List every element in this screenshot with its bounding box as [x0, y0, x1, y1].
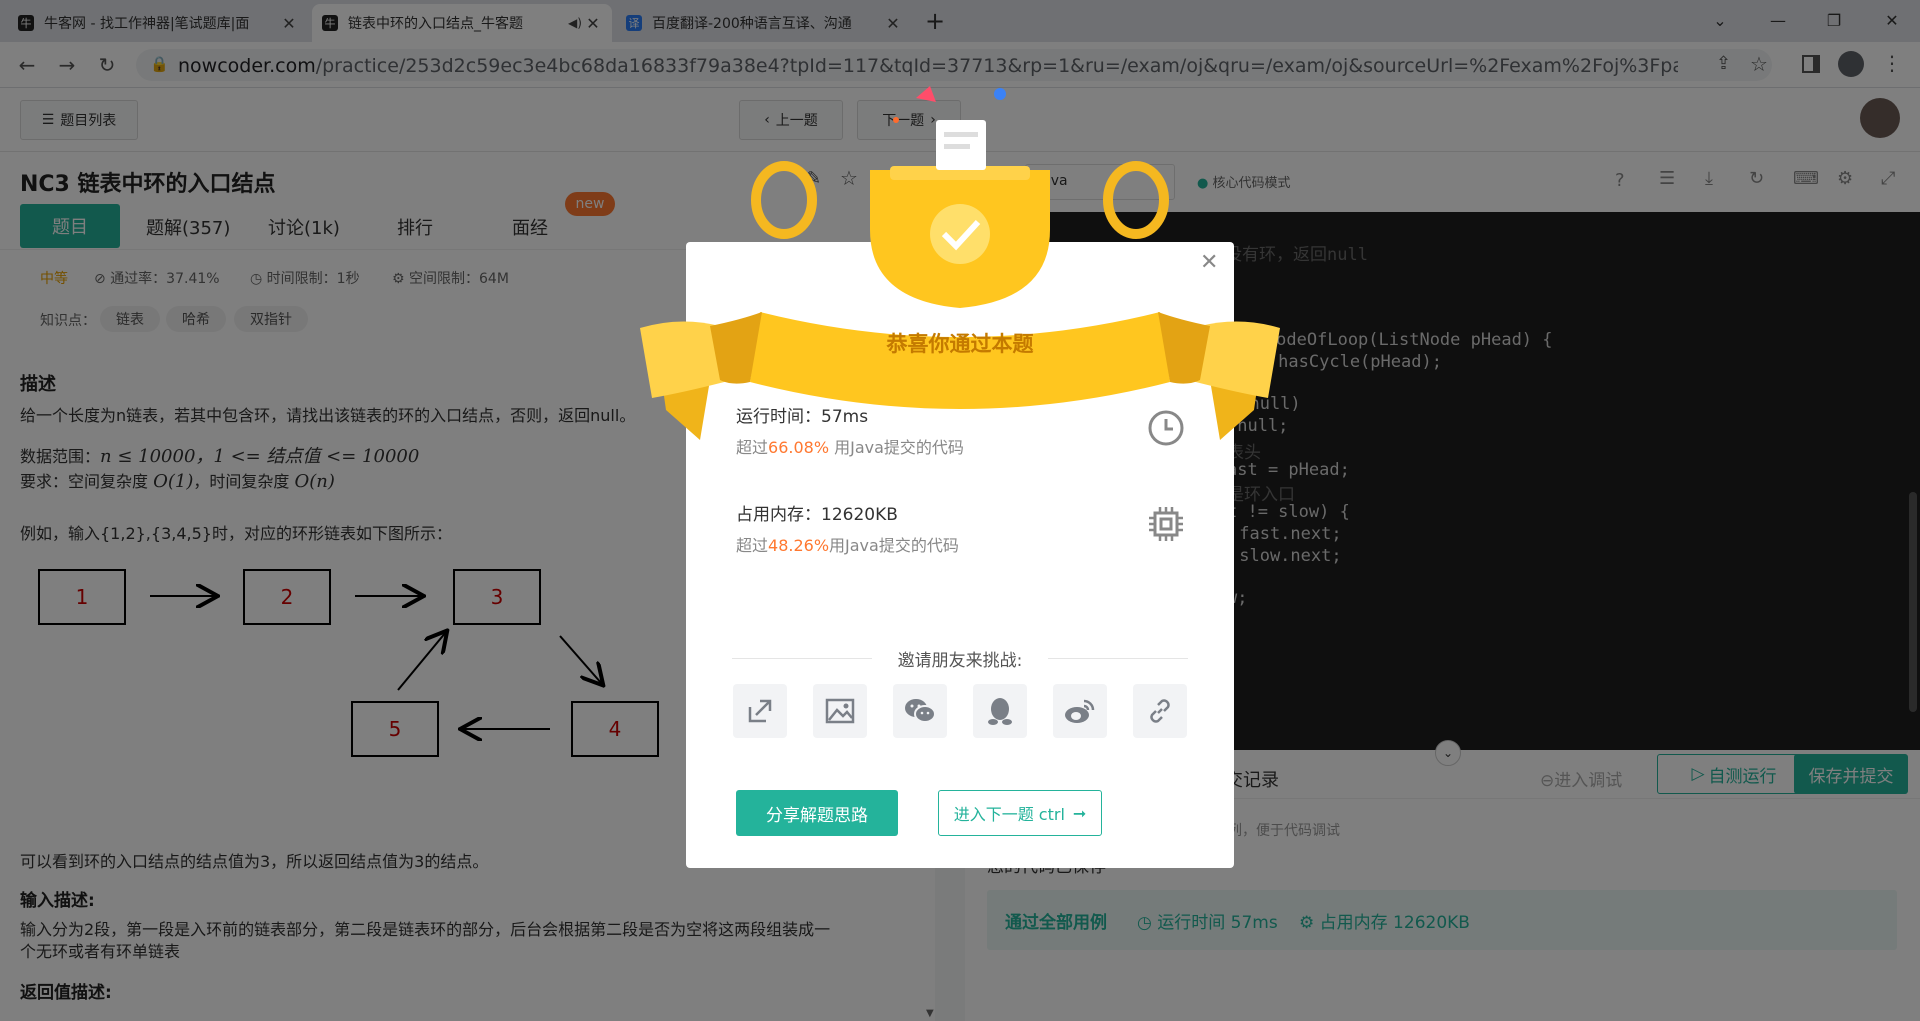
- copy-link-icon[interactable]: [1133, 684, 1187, 738]
- memory-beat-text: 超过48.26%用Java提交的代码: [736, 536, 959, 555]
- invite-text: 邀请朋友来挑战:: [897, 651, 1023, 671]
- next-problem-modal-button[interactable]: 进入下一题 ctrl ➞: [938, 790, 1102, 836]
- chip-icon: [1149, 507, 1183, 541]
- share-link-icon[interactable]: [733, 684, 787, 738]
- share-image-icon[interactable]: [813, 684, 867, 738]
- wechat-icon[interactable]: [893, 684, 947, 738]
- arrow-right-icon: ➞: [1072, 803, 1087, 823]
- qq-icon[interactable]: [973, 684, 1027, 738]
- congrats-banner-text: 恭喜你通过本题: [886, 332, 1035, 356]
- weibo-icon[interactable]: [1053, 684, 1107, 738]
- share-solution-button[interactable]: 分享解题思路: [736, 790, 898, 836]
- trophy-ribbon-illustration: 恭喜你通过本题: [640, 86, 1280, 440]
- memory-label: 占用内存：12620KB: [736, 505, 898, 525]
